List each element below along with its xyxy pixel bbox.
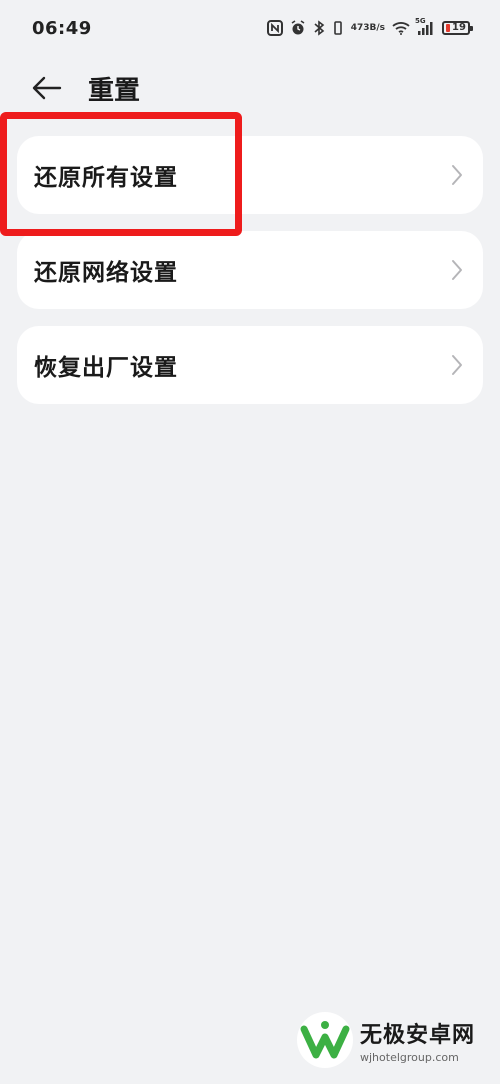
status-icons: 473 B/s 5G 19: [266, 17, 473, 36]
watermark-title: 无极安卓网: [360, 1022, 476, 1048]
signal-label: 5G: [415, 17, 426, 25]
factory-reset-item[interactable]: 恢复出厂设置: [17, 326, 483, 404]
watermark-text: 无极安卓网 wjhotelgroup.com: [360, 1017, 475, 1064]
battery-icon: 19: [442, 21, 473, 35]
net-speed-unit: B/s: [369, 23, 385, 33]
watermark-logo-icon: [297, 1012, 353, 1068]
wifi-icon: [392, 21, 410, 35]
battery-fill: [446, 24, 450, 32]
reset-options-list: 还原所有设置 还原网络设置 恢复出厂设置: [17, 136, 483, 421]
status-time: 06:49: [32, 17, 92, 39]
watermark: 无极安卓网 wjhotelgroup.com: [296, 1002, 492, 1078]
cellular-signal-icon: 5G: [415, 17, 435, 35]
chevron-right-icon: [451, 164, 463, 186]
list-item-label: 恢复出厂设置: [34, 355, 178, 381]
header: 重置: [0, 60, 500, 116]
net-speed-value: 473: [350, 23, 370, 33]
net-speed: 473 B/s: [351, 23, 385, 33]
chevron-right-icon: [451, 259, 463, 281]
back-button[interactable]: [32, 68, 72, 108]
list-item-label: 还原网络设置: [34, 260, 178, 286]
arrow-left-icon: [32, 76, 62, 100]
status-bar: 06:49 473 B/s 5G 19: [0, 0, 500, 56]
list-item-label: 还原所有设置: [34, 165, 178, 191]
alarm-icon: [290, 20, 306, 36]
battery-level: 19: [452, 22, 466, 33]
bluetooth-icon: [313, 20, 325, 36]
page-title: 重置: [88, 75, 141, 106]
vibrate-icon: [332, 20, 344, 36]
reset-all-settings-item[interactable]: 还原所有设置: [17, 136, 483, 214]
reset-network-settings-item[interactable]: 还原网络设置: [17, 231, 483, 309]
chevron-right-icon: [451, 354, 463, 376]
watermark-url: wjhotelgroup.com: [360, 1050, 459, 1064]
nfc-icon: [266, 20, 283, 36]
